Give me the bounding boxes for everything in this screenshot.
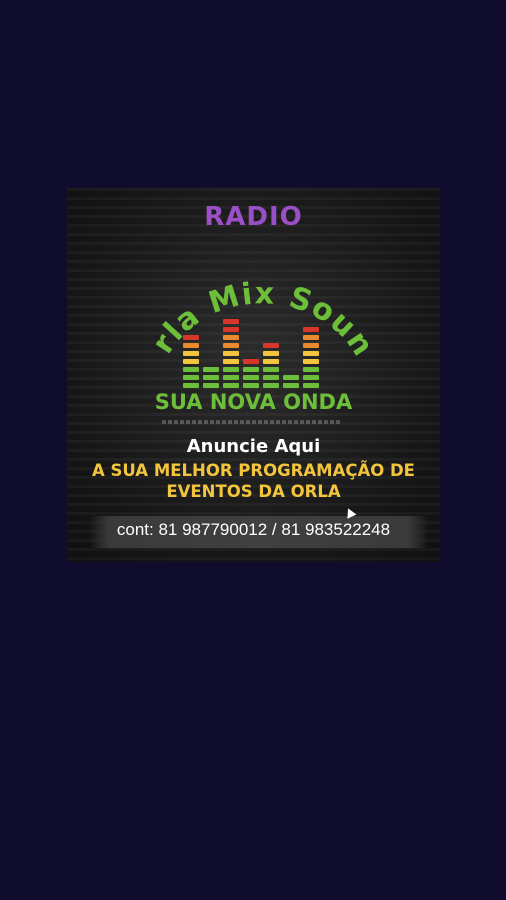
equalizer-segment: [283, 375, 299, 380]
promo-line-2: EVENTOS DA ORLA: [166, 482, 341, 501]
equalizer-segment: [223, 335, 239, 340]
equalizer-segment: [303, 359, 319, 364]
equalizer-segment: [243, 383, 259, 388]
equalizer-segment: [303, 343, 319, 348]
tagline: SUA NOVA ONDA: [154, 390, 353, 414]
equalizer-segment: [183, 383, 199, 388]
equalizer-segment: [303, 351, 319, 356]
equalizer-segment: [223, 375, 239, 380]
equalizer-bar: [303, 324, 319, 388]
equalizer-segment: [303, 375, 319, 380]
equalizer-segment: [223, 351, 239, 356]
promo-line-1: A SUA MELHOR PROGRAMAÇÃO DE: [92, 461, 415, 480]
radio-banner-image[interactable]: RADIO Orla Mix Sound SUA NOVA ONDA Anunc…: [67, 188, 440, 562]
equalizer-bar: [283, 372, 299, 388]
subtitle-divider: [162, 420, 342, 424]
equalizer-segment: [223, 359, 239, 364]
equalizer-segment: [263, 375, 279, 380]
app-screen: RADIO Orla Mix Sound SUA NOVA ONDA Anunc…: [0, 0, 506, 900]
equalizer-segment: [223, 383, 239, 388]
equalizer-segment: [283, 383, 299, 388]
equalizer-bar: [183, 332, 199, 388]
equalizer-bar: [243, 356, 259, 388]
equalizer-segment: [183, 335, 199, 340]
equalizer-segment: [243, 375, 259, 380]
equalizer-segment: [303, 383, 319, 388]
equalizer-segment: [183, 351, 199, 356]
equalizer-segment: [203, 375, 219, 380]
equalizer-segment: [183, 343, 199, 348]
equalizer-segment: [183, 359, 199, 364]
equalizer-segment: [263, 343, 279, 348]
equalizer-segment: [223, 367, 239, 372]
announce-heading: Anuncie Aqui: [186, 436, 321, 457]
promo-text: A SUA MELHOR PROGRAMAÇÃO DE EVENTOS DA O…: [67, 460, 440, 502]
contact-phones: cont: 81 987790012 / 81 983522248: [116, 520, 391, 539]
equalizer-segment: [243, 359, 259, 364]
equalizer-bar: [263, 340, 279, 388]
equalizer-segment: [223, 327, 239, 332]
equalizer-segment: [303, 327, 319, 332]
equalizer-bar: [203, 364, 219, 388]
equalizer-segment: [203, 383, 219, 388]
equalizer-segment: [223, 319, 239, 324]
equalizer-segment: [183, 375, 199, 380]
equalizer-bar: [223, 316, 239, 388]
equalizer-segment: [183, 367, 199, 372]
equalizer-segment: [303, 367, 319, 372]
equalizer-segment: [303, 335, 319, 340]
equalizer-segment: [223, 343, 239, 348]
equalizer-segment: [263, 367, 279, 372]
equalizer-segment: [263, 351, 279, 356]
equalizer-logo: [183, 303, 323, 388]
equalizer-segment: [263, 383, 279, 388]
equalizer-segment: [203, 367, 219, 372]
equalizer-segment: [243, 367, 259, 372]
equalizer-segment: [263, 359, 279, 364]
